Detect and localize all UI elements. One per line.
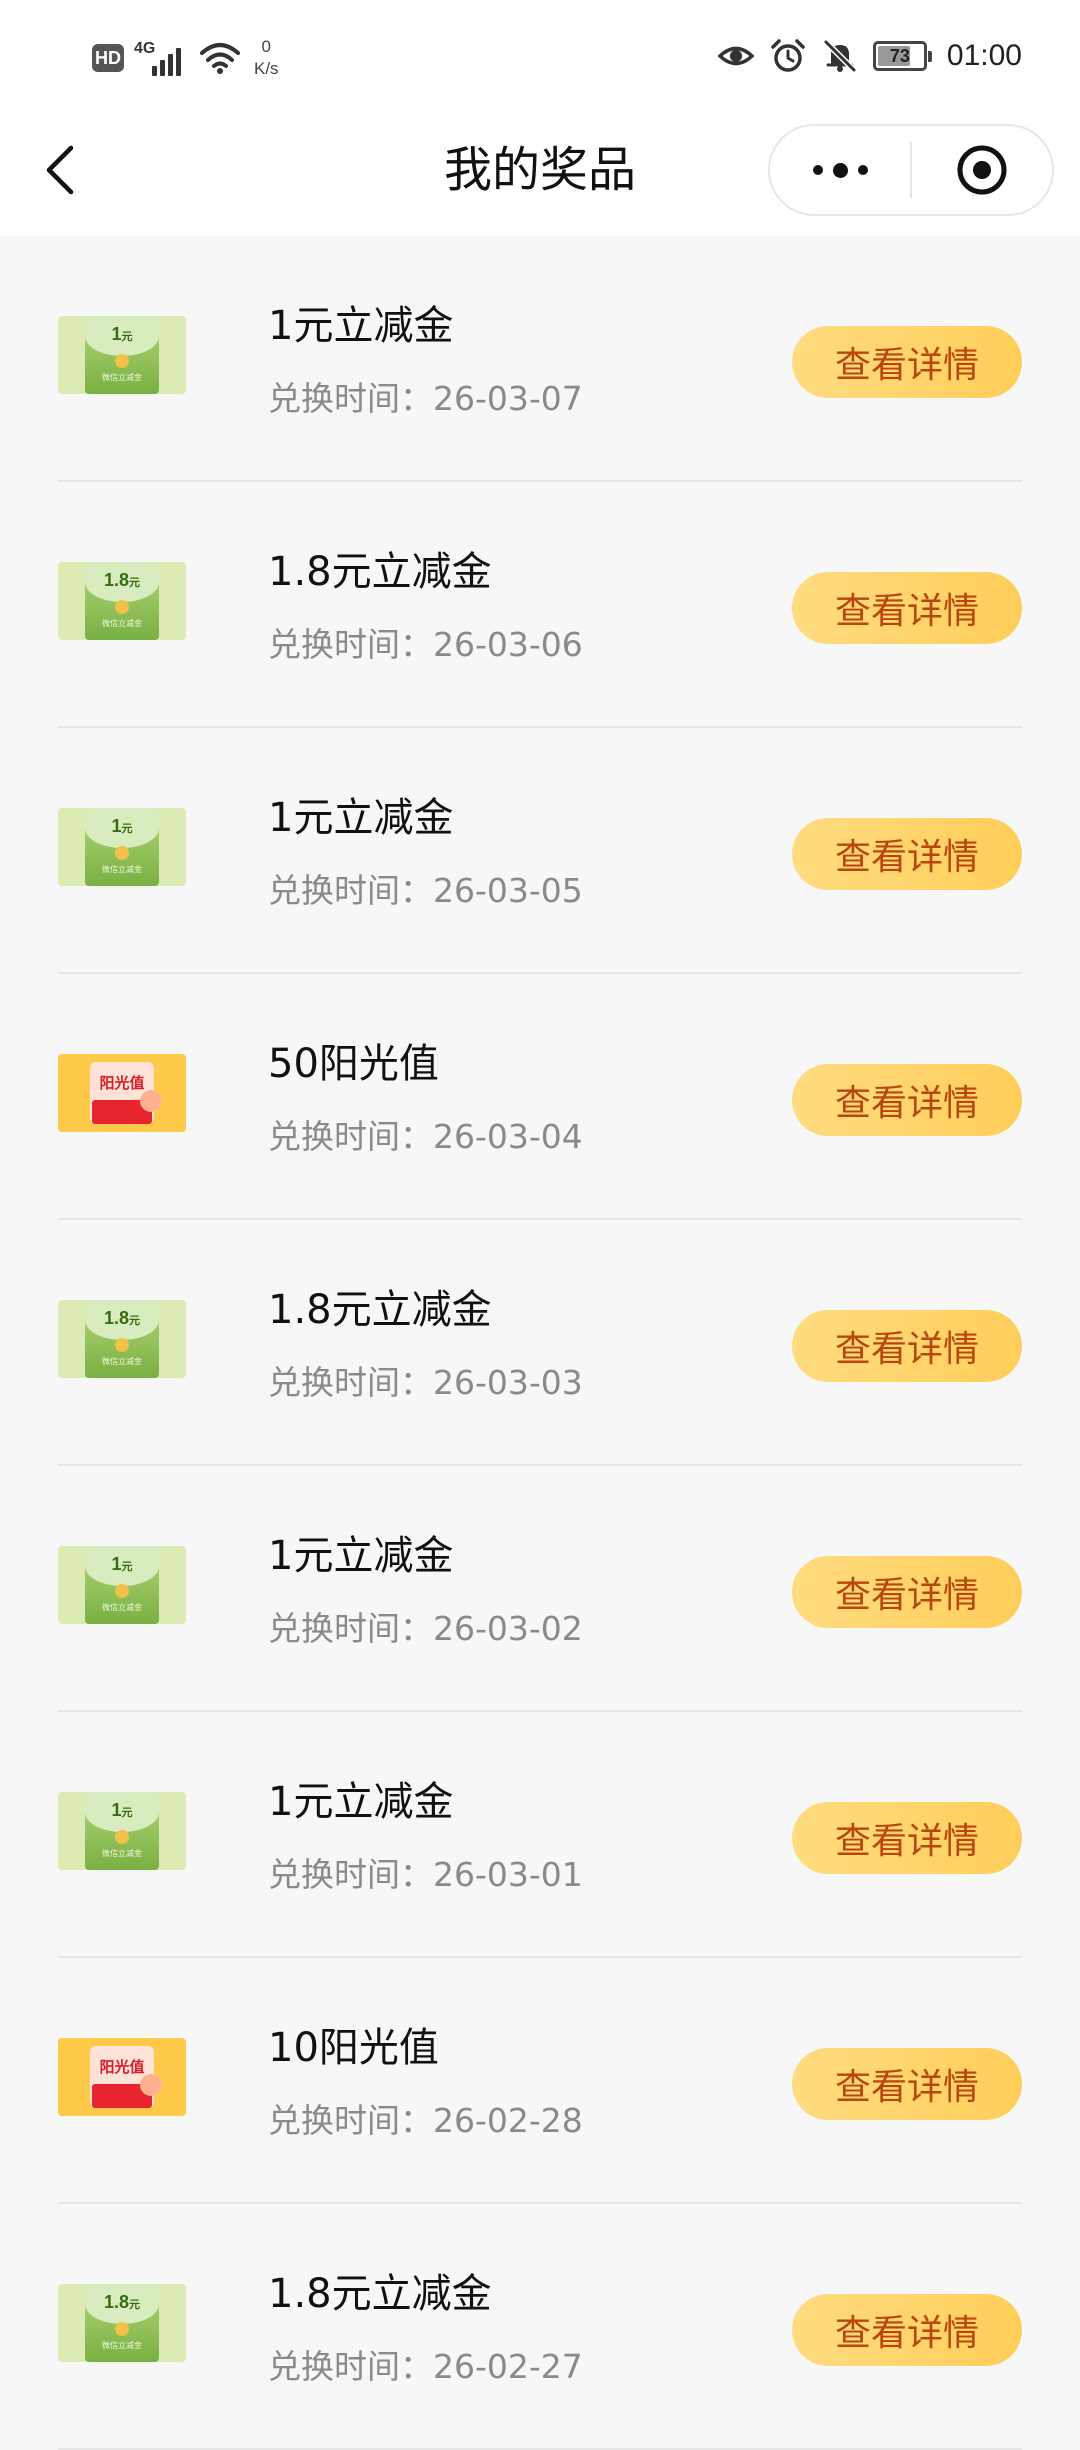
thumb-caption: 微信立减金 (102, 1357, 142, 1366)
list-item: 1.8元微信立减金 1.8元立减金兑换时间：26-03-03 查看详情 (0, 1220, 1080, 1466)
sunshine-card-icon: 阳光值 (58, 1054, 186, 1132)
thumb-amount-value: 1 (111, 1554, 122, 1574)
thumb-caption: 微信立减金 (102, 619, 142, 628)
redeem-time: 兑换时间：26-02-27 (268, 2347, 583, 2386)
prize-name: 1.8元立减金 (268, 1287, 492, 1333)
thumb-amount-value: 1 (111, 816, 122, 836)
prize-name: 1.8元立减金 (268, 2271, 492, 2317)
view-details-button[interactable]: 查看详情 (792, 1556, 1022, 1628)
redeem-time: 兑换时间：26-03-01 (268, 1855, 583, 1894)
status-bar: HD 4G 0 K/s 73 01:00 (0, 0, 1080, 110)
wifi-icon (200, 43, 240, 74)
close-mini-program-button[interactable] (912, 126, 1052, 214)
thumb-caption: 微信立减金 (102, 865, 142, 874)
red-packet-voucher-icon: 1元微信立减金 (58, 1792, 186, 1870)
view-details-button[interactable]: 查看详情 (792, 2294, 1022, 2366)
list-item: 1.8元微信立减金 1.8元立减金兑换时间：26-03-06 查看详情 (0, 482, 1080, 728)
target-close-icon (957, 145, 1007, 195)
red-packet-voucher-icon: 1元微信立减金 (58, 316, 186, 394)
list-item: 阳光值 50阳光值兑换时间：26-03-04 查看详情 (0, 974, 1080, 1220)
thumb-amount-value: 1.8 (103, 1308, 130, 1328)
thumb-amount-unit: 元 (121, 1807, 133, 1819)
redeem-time: 兑换时间：26-03-06 (268, 625, 583, 664)
thumb-amount: 1元 (85, 324, 159, 345)
thumb-amount-unit: 元 (121, 823, 133, 835)
thumb-amount: 1.8元 (85, 570, 159, 591)
network-speed: 0 K/s (254, 36, 279, 80)
redeem-time: 兑换时间：26-03-03 (268, 1363, 583, 1402)
view-details-button[interactable]: 查看详情 (792, 2048, 1022, 2120)
battery-level: 73 (889, 45, 910, 66)
thumb-amount-unit: 元 (121, 1561, 133, 1573)
prize-list: 1元 微信立减金 1元立减金 兑换时间：26-03-07 查看详情 1.8元 微信立减金 1.… (0, 236, 1080, 2450)
thumb-label: 阳光值 (99, 1074, 145, 1092)
redeem-time: 兑换时间：26-03-04 (268, 1117, 583, 1156)
view-details-button[interactable]: 查看详情 (792, 326, 1022, 398)
prize-name: 50阳光值 (268, 1041, 439, 1087)
list-item: 1元微信立减金 1元立减金兑换时间：26-03-02 查看详情 (0, 1466, 1080, 1712)
network-speed-unit: K/s (254, 59, 279, 78)
red-packet-voucher-icon: 1.8元微信立减金 (58, 1300, 186, 1378)
red-packet-voucher-icon: 1元微信立减金 (58, 808, 186, 886)
thumb-amount: 1元 (85, 1800, 159, 1821)
thumb-amount: 1.8元 (85, 1308, 159, 1329)
redeem-time: 兑换时间：26-03-02 (268, 1609, 583, 1648)
redeem-time: 兑换时间：26-03-05 (268, 871, 583, 910)
thumb-caption: 微信立减金 (102, 1849, 142, 1858)
sunshine-card-icon: 阳光值 (58, 2038, 186, 2116)
redeem-time: 兑换时间：26-02-28 (268, 2101, 583, 2140)
red-packet-voucher-icon: 1.8元微信立减金 (58, 562, 186, 640)
thumb-amount: 1元 (85, 816, 159, 837)
prize-name: 1元立减金 (268, 795, 454, 841)
list-item: 阳光值 10阳光值兑换时间：26-02-28 查看详情 (0, 1958, 1080, 2204)
redeem-time: 兑换时间：26-03-07 (268, 379, 583, 418)
status-right: 73 01:00 (717, 28, 1022, 84)
red-packet-voucher-icon: 1元微信立减金 (58, 1546, 186, 1624)
list-item: 1元微信立减金 1元立减金兑换时间：26-03-05 查看详情 (0, 728, 1080, 974)
thumb-amount-unit: 元 (121, 331, 133, 343)
thumb-amount-unit: 元 (129, 1315, 141, 1327)
view-details-button[interactable]: 查看详情 (792, 572, 1022, 644)
cellular-signal-icon: 4G (134, 40, 190, 76)
red-packet-voucher-icon: 1.8元微信立减金 (58, 2284, 186, 2362)
network-speed-value: 0 (261, 37, 272, 56)
prize-name: 1元立减金 (268, 1779, 454, 1825)
nav-bar: 我的奖品 (0, 110, 1080, 236)
thumb-amount-value: 1 (111, 1800, 122, 1820)
thumb-caption: 微信立减金 (102, 2341, 142, 2350)
eye-icon (717, 46, 755, 66)
prize-name: 1元立减金 (268, 303, 454, 349)
thumb-caption: 微信立减金 (102, 1603, 142, 1612)
view-details-button[interactable]: 查看详情 (792, 818, 1022, 890)
view-details-button[interactable]: 查看详情 (792, 1802, 1022, 1874)
thumb-amount-value: 1.8 (103, 570, 130, 590)
battery-icon: 73 (872, 41, 932, 71)
mute-bell-icon (823, 39, 857, 73)
more-button[interactable] (770, 126, 910, 214)
list-item: 1元微信立减金 1元立减金兑换时间：26-03-01 查看详情 (0, 1712, 1080, 1958)
status-time: 01:00 (946, 39, 1022, 72)
status-left: HD 4G 0 K/s (92, 28, 279, 88)
prize-name: 10阳光值 (268, 2025, 439, 2071)
view-details-button[interactable]: 查看详情 (792, 1064, 1022, 1136)
alarm-icon (771, 39, 805, 72)
thumb-amount: 1元 (85, 1554, 159, 1575)
thumb-amount-unit: 元 (129, 2299, 141, 2311)
view-details-button[interactable]: 查看详情 (792, 1310, 1022, 1382)
hd-badge: HD (92, 44, 124, 72)
mini-program-capsule (768, 124, 1054, 216)
thumb-amount-unit: 元 (129, 577, 141, 589)
thumb-caption: 微信立减金 (102, 373, 142, 382)
more-dots-icon (812, 162, 868, 178)
prize-name: 1.8元立减金 (268, 549, 492, 595)
thumb-amount: 1.8元 (85, 2292, 159, 2313)
prize-name: 1元立减金 (268, 1533, 454, 1579)
thumb-label: 阳光值 (99, 2058, 145, 2076)
thumb-amount-value: 1.8 (103, 2292, 130, 2312)
list-item: 1元微信立减金 1元立减金兑换时间：26-03-07 查看详情 (0, 236, 1080, 482)
list-item: 1.8元微信立减金 1.8元立减金兑换时间：26-02-27 查看详情 (0, 2204, 1080, 2450)
thumb-amount-value: 1 (111, 324, 122, 344)
